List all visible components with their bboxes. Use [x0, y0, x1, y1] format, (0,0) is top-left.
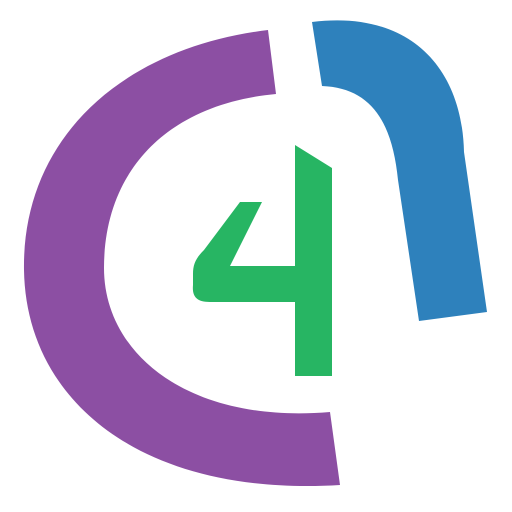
logo-mark: 4 — [0, 0, 512, 512]
logo-canvas: 4 — [0, 0, 512, 512]
